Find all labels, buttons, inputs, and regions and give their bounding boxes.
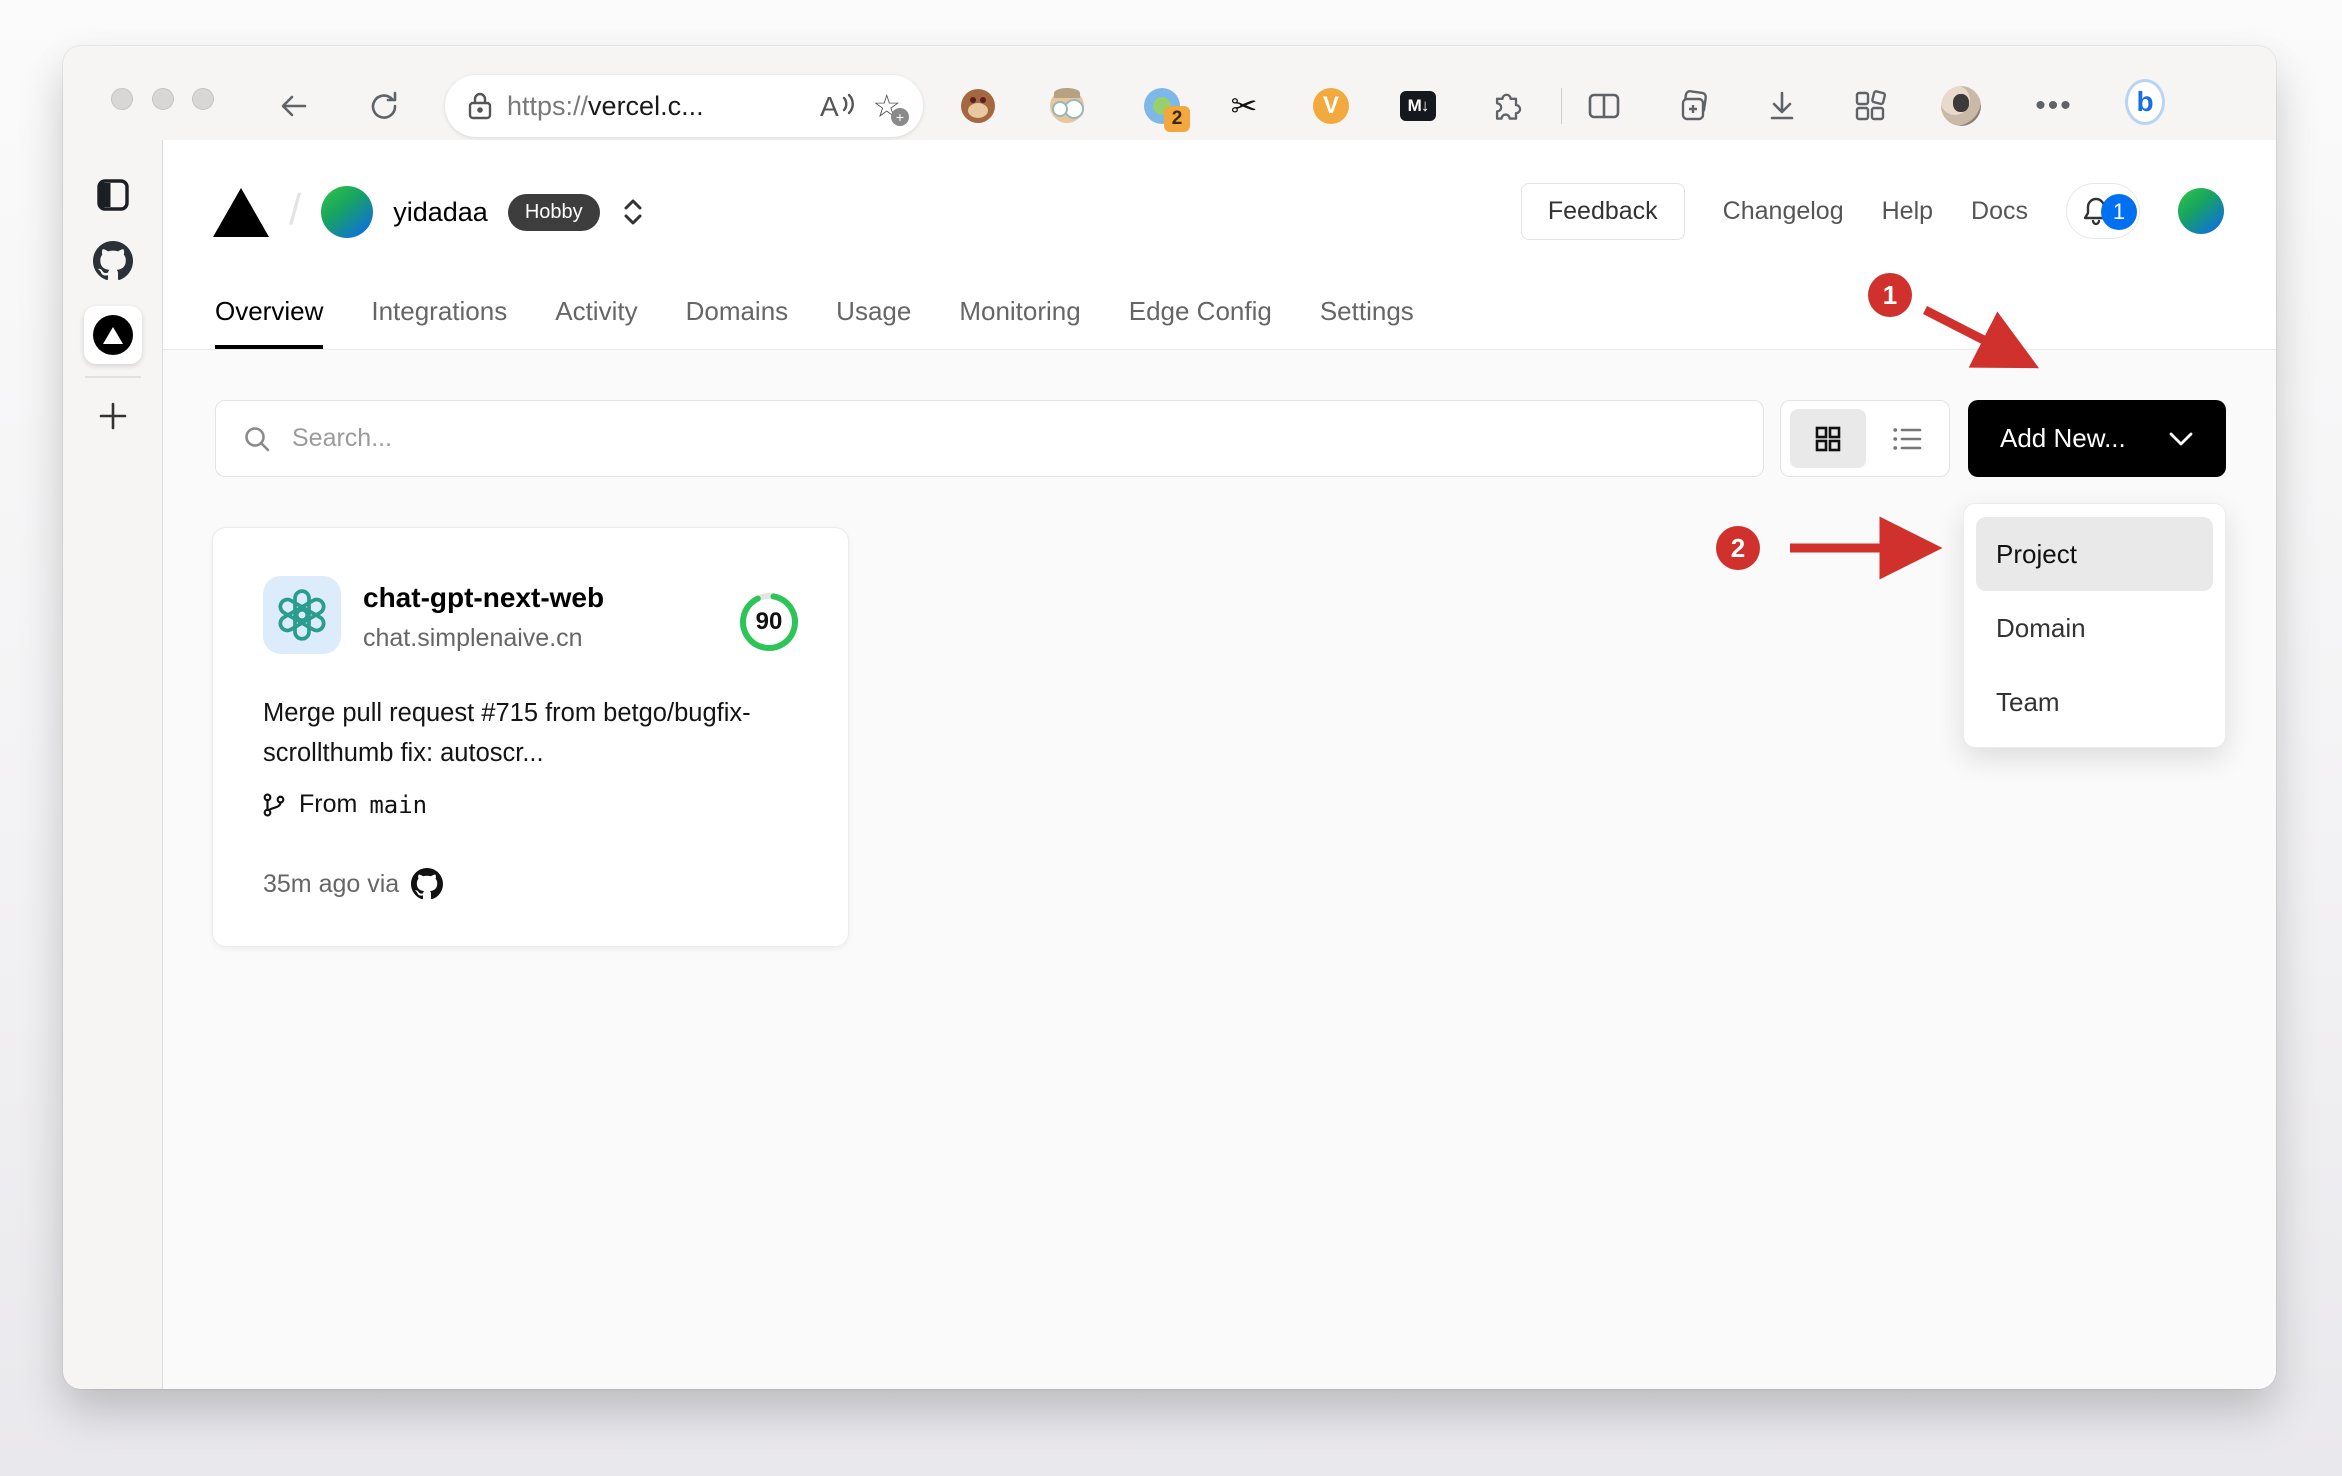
project-name[interactable]: chat-gpt-next-web	[363, 582, 604, 614]
extensions-puzzle-icon[interactable]	[1487, 86, 1527, 126]
branch-label: From	[299, 790, 358, 818]
user-avatar[interactable]	[2178, 188, 2224, 234]
docs-link[interactable]: Docs	[1971, 197, 2028, 226]
dashboard-tabs: Overview Integrations Activity Domains U…	[215, 296, 1414, 349]
tab-overview[interactable]: Overview	[215, 296, 324, 349]
avatar-extension-icon[interactable]	[1047, 86, 1087, 126]
view-toggle	[1780, 400, 1950, 477]
browser-window: https://vercel.c... A ☆ + 2 ✂ V M↓ ••• b…	[63, 46, 2276, 1389]
collections-icon[interactable]	[1674, 86, 1714, 126]
add-new-dropdown: Project Domain Team	[1963, 503, 2226, 748]
openai-logo-icon	[263, 576, 341, 654]
project-card[interactable]: chat-gpt-next-web chat.simplenaive.cn 90…	[212, 527, 849, 947]
more-menu-icon[interactable]: •••	[2034, 86, 2074, 126]
translate-extension-icon[interactable]: 2	[1142, 86, 1190, 132]
deployed-time: 35m ago via	[263, 869, 400, 898]
notifications-button[interactable]: 1	[2066, 183, 2140, 239]
downloads-icon[interactable]	[1762, 86, 1802, 126]
grid-view-icon	[1815, 426, 1841, 451]
toolbar-divider	[1561, 88, 1562, 124]
tab-edge-config[interactable]: Edge Config	[1129, 296, 1272, 349]
tab-domains[interactable]: Domains	[686, 296, 789, 349]
commit-message: Merge pull request #715 from betgo/bugfi…	[263, 699, 751, 767]
tab-monitoring[interactable]: Monitoring	[959, 296, 1080, 349]
back-icon[interactable]	[274, 86, 314, 126]
team-name: yidadaa	[393, 196, 488, 227]
help-link[interactable]: Help	[1882, 197, 1933, 226]
notification-count-badge: 1	[2101, 194, 2137, 230]
favorite-star-icon[interactable]: ☆ +	[872, 90, 909, 126]
vercel-favicon	[93, 315, 133, 355]
vercel-dashboard-page: / yidadaa Hobby Feedback Changelog Help …	[163, 140, 2276, 1389]
team-switcher[interactable]: / yidadaa Hobby	[213, 170, 644, 254]
dropdown-item-domain[interactable]: Domain	[1976, 591, 2213, 665]
branch-name: main	[369, 790, 428, 819]
markdownload-extension-icon[interactable]: M↓	[1398, 86, 1438, 126]
sidebar-divider	[85, 376, 141, 378]
team-switcher-chevrons-icon[interactable]	[622, 198, 644, 226]
plan-badge: Hobby	[507, 193, 600, 231]
lighthouse-score-ring: 90	[737, 590, 801, 654]
search-icon	[245, 426, 270, 451]
changelog-link[interactable]: Changelog	[1723, 197, 1844, 226]
zoom-button[interactable]	[192, 88, 214, 110]
tab-activity[interactable]: Activity	[555, 296, 637, 349]
dashboard-header: / yidadaa Hobby Feedback Changelog Help …	[163, 140, 2276, 350]
breadcrumb-slash: /	[289, 185, 302, 234]
new-tab-plus-icon[interactable]	[63, 398, 163, 434]
browser-sidebar	[63, 140, 163, 1389]
vercel-tab-active[interactable]	[63, 306, 163, 364]
grid-view-button[interactable]	[1790, 409, 1866, 468]
dropdown-item-team[interactable]: Team	[1976, 665, 2213, 739]
github-icon	[411, 868, 444, 900]
projects-content: Add New...	[163, 350, 2276, 1389]
scissors-extension-icon[interactable]: ✂	[1224, 86, 1264, 126]
browser-toolbar: https://vercel.c... A ☆ + 2 ✂ V M↓ ••• b	[63, 46, 2276, 140]
tab-integrations[interactable]: Integrations	[371, 296, 507, 349]
refresh-icon[interactable]	[362, 86, 402, 126]
project-search[interactable]	[215, 400, 1764, 477]
address-bar[interactable]: https://vercel.c... A ☆ +	[445, 75, 923, 137]
tab-settings[interactable]: Settings	[1320, 296, 1414, 349]
team-avatar	[321, 186, 374, 238]
apps-grid-icon[interactable]	[1850, 86, 1890, 126]
profile-avatar[interactable]	[1941, 86, 1981, 126]
annotation-step-1: 1	[1868, 273, 1912, 317]
search-input[interactable]	[292, 424, 1737, 453]
close-button[interactable]	[111, 88, 133, 110]
branch-row: From main	[261, 790, 427, 819]
chevron-down-icon	[2169, 432, 2193, 445]
github-tab-icon[interactable]	[63, 241, 163, 281]
lock-icon	[467, 91, 493, 121]
tab-usage[interactable]: Usage	[836, 296, 911, 349]
git-branch-icon	[263, 793, 285, 816]
bing-chat-icon[interactable]: b	[2125, 79, 2165, 125]
vercel-logo	[213, 187, 269, 237]
add-new-button[interactable]: Add New...	[1968, 400, 2226, 477]
tab-panel-icon[interactable]	[63, 176, 163, 214]
project-domain[interactable]: chat.simplenaive.cn	[363, 624, 604, 653]
feedback-button[interactable]: Feedback	[1520, 182, 1685, 240]
read-aloud-icon[interactable]: A	[818, 90, 858, 122]
list-view-button[interactable]	[1876, 409, 1940, 468]
v-extension-icon[interactable]: V	[1311, 86, 1351, 126]
deployment-meta: 35m ago via	[263, 868, 444, 900]
list-view-icon	[1893, 427, 1922, 450]
annotation-step-2: 2	[1716, 526, 1760, 570]
split-screen-icon[interactable]	[1584, 86, 1624, 126]
minimize-button[interactable]	[152, 88, 174, 110]
url-text: https://vercel.c...	[507, 90, 704, 121]
extension-badge: 2	[1164, 106, 1190, 132]
svg-text:A: A	[820, 91, 839, 122]
score-value: 90	[755, 608, 783, 635]
dropdown-item-project[interactable]: Project	[1976, 517, 2213, 591]
tampermonkey-extension-icon[interactable]	[958, 86, 998, 126]
